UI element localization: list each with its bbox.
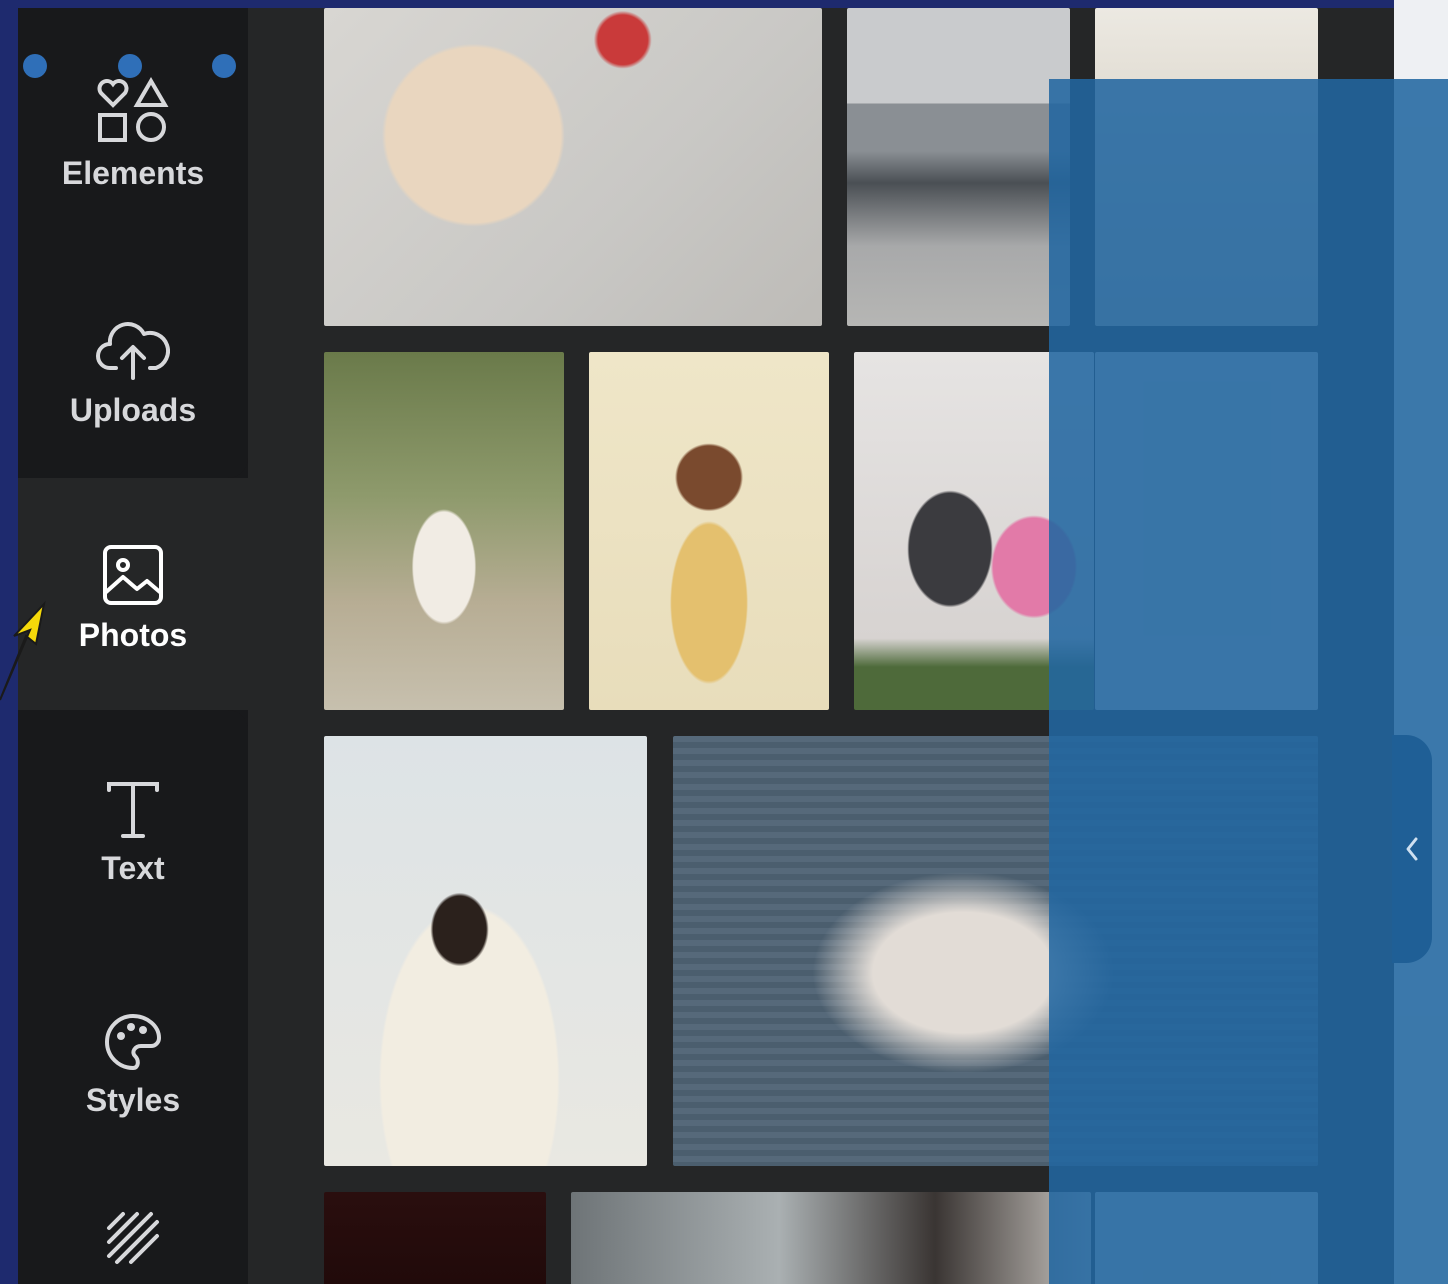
sidebar-item-styles[interactable]: Styles bbox=[18, 983, 248, 1148]
sidebar-item-label: Text bbox=[101, 849, 165, 886]
overlay-panel bbox=[1049, 79, 1448, 1284]
background-hatch-icon bbox=[107, 1212, 159, 1264]
photo-embroidery-hoop[interactable] bbox=[324, 8, 822, 326]
sidebar-item-background[interactable] bbox=[18, 1208, 248, 1284]
chevron-left-icon bbox=[1406, 837, 1418, 861]
photo-dark-red[interactable] bbox=[324, 1192, 546, 1284]
upload-cloud-icon bbox=[96, 321, 170, 380]
collapse-panel-button[interactable] bbox=[1392, 735, 1432, 963]
sidebar-item-label: Styles bbox=[85, 1082, 181, 1118]
sidebar-item-uploads[interactable]: Uploads bbox=[18, 298, 248, 448]
sidebar-item-text[interactable]: Text bbox=[18, 748, 248, 918]
decorative-dot bbox=[23, 54, 47, 78]
sidebar-item-label: Uploads bbox=[69, 391, 197, 428]
decorative-dot bbox=[212, 54, 236, 78]
palette-icon bbox=[105, 1013, 162, 1071]
decorative-dot bbox=[118, 54, 142, 78]
sidebar-item-label: Elements bbox=[61, 154, 205, 191]
photo-woman-white-fabric[interactable] bbox=[324, 736, 647, 1166]
photo-shopping-cart[interactable] bbox=[847, 8, 1070, 326]
sidebar-item-label: Photos bbox=[78, 616, 188, 653]
photo-icon bbox=[103, 544, 163, 605]
elements-icon bbox=[97, 76, 169, 142]
photo-woman-cassette[interactable] bbox=[589, 352, 829, 710]
text-t-icon bbox=[107, 781, 159, 838]
photo-mother-child[interactable] bbox=[324, 352, 564, 710]
photo-person-interior[interactable] bbox=[571, 1192, 1091, 1284]
yellow-pointer-arrow-icon bbox=[0, 600, 46, 701]
